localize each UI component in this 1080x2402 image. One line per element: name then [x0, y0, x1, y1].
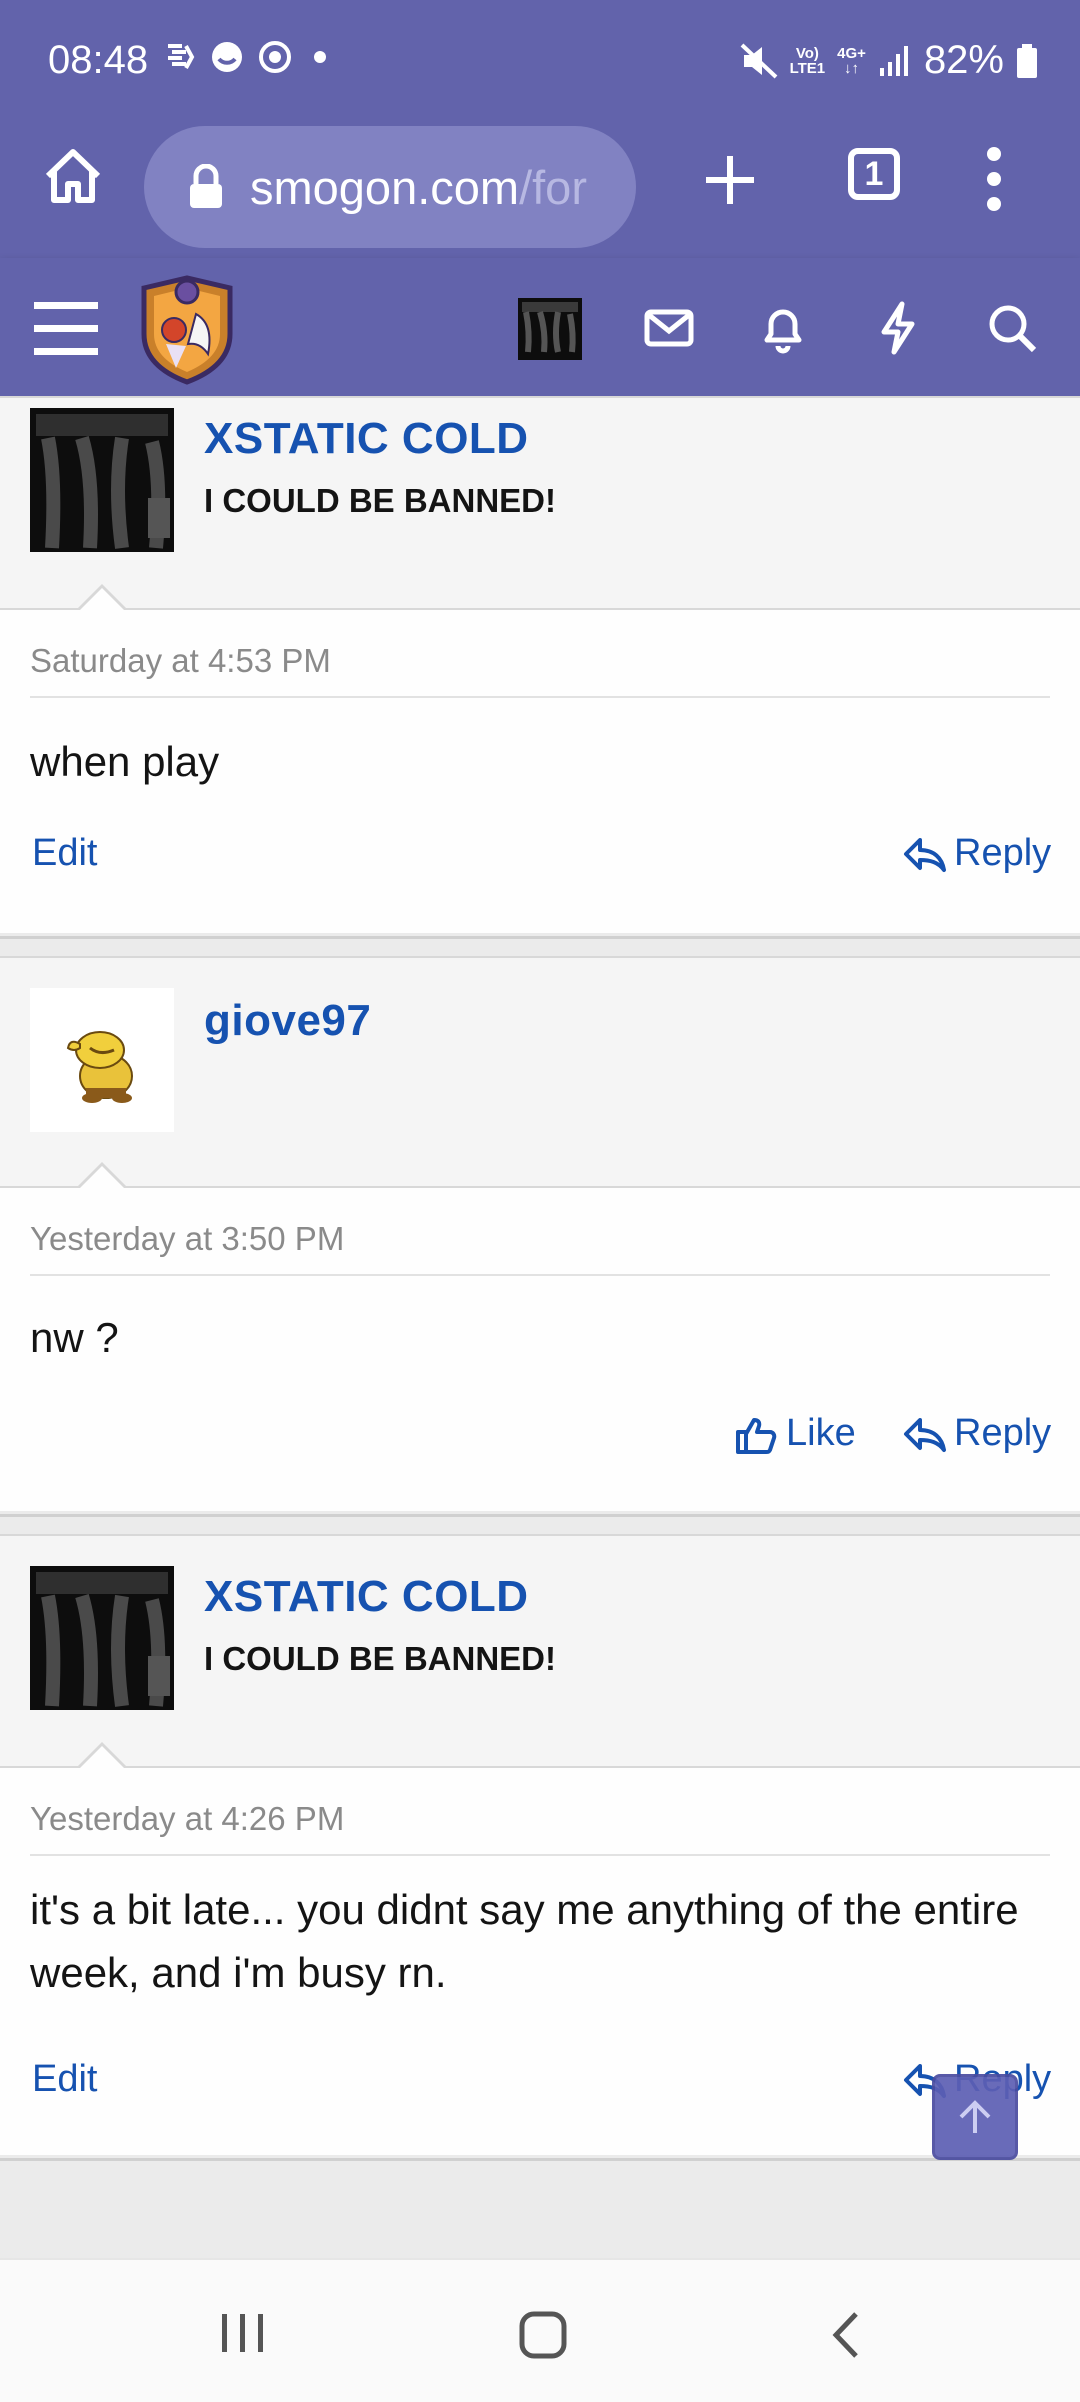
- usb-debug-icon: [168, 44, 195, 69]
- scroll-to-top-button[interactable]: [932, 2074, 1018, 2160]
- reply-button[interactable]: Reply: [902, 832, 1051, 875]
- edit-link[interactable]: Edit: [32, 832, 97, 875]
- post-date[interactable]: Yesterday at 3:50 PM: [30, 1220, 344, 1258]
- post-1: XSTATIC COLD I COULD BE BANNED! Saturday…: [0, 396, 1080, 939]
- signal-icon: [879, 45, 908, 76]
- post-content: Saturday at 4:53 PM when play Edit Reply: [0, 610, 1080, 933]
- home-icon[interactable]: [42, 146, 104, 208]
- arrow-up-icon: [959, 2100, 991, 2133]
- data-arrows: ↓↑: [844, 59, 860, 77]
- avatar-image: [30, 988, 174, 1132]
- network-gen-label: 4G+: [837, 44, 866, 62]
- user-avatar[interactable]: [30, 408, 174, 552]
- reply-label: Reply: [954, 1412, 1052, 1454]
- post-user-header: giove97: [0, 958, 1080, 1188]
- search-icon[interactable]: [984, 300, 1040, 356]
- back-nav-icon[interactable]: [826, 2310, 866, 2360]
- battery-percent: 82%: [923, 38, 1004, 82]
- post-message: nw ?: [30, 1314, 119, 1361]
- battery-icon: [1017, 43, 1037, 78]
- user-avatar[interactable]: [30, 988, 174, 1132]
- avatar-image: [30, 408, 174, 552]
- post-user-header: XSTATIC COLD I COULD BE BANNED!: [0, 398, 1080, 610]
- username-link[interactable]: XSTATIC COLD: [204, 1572, 529, 1622]
- header-user-avatar[interactable]: [518, 298, 582, 360]
- post-3: XSTATIC COLD I COULD BE BANNED! Yesterda…: [0, 1534, 1080, 2161]
- more-notifications-dot: [314, 51, 326, 63]
- mute-icon: [740, 43, 777, 78]
- more-options-icon[interactable]: [982, 144, 1006, 214]
- avatar-image: [518, 298, 582, 360]
- like-label: Like: [786, 1412, 856, 1454]
- like-button[interactable]: Like: [734, 1412, 856, 1455]
- reply-label: Reply: [954, 832, 1052, 874]
- avatar-image: [30, 1566, 174, 1710]
- whats-new-bolt-icon[interactable]: [870, 300, 926, 356]
- post-content: Yesterday at 4:26 PM it's a bit late... …: [0, 1768, 1080, 2155]
- url-bar[interactable]: smogon.com/for: [144, 126, 636, 248]
- url-path: /for: [519, 160, 587, 214]
- status-bar: 08:48 Vo) LTE1 4G+ ↓↑ 82%: [0, 0, 1080, 118]
- recent-apps-icon[interactable]: [218, 2310, 268, 2356]
- new-tab-icon[interactable]: [702, 152, 758, 208]
- url-domain: smogon.com: [250, 160, 520, 214]
- status-time: 08:48: [48, 38, 149, 82]
- system-navigation-bar: [0, 2258, 1080, 2402]
- user-title: I COULD BE BANNED!: [204, 1640, 556, 1677]
- post-content: Yesterday at 3:50 PM nw ? Like Reply: [0, 1188, 1080, 1511]
- post-message: it's a bit late... you didnt say me anyt…: [30, 1886, 1019, 1996]
- tab-count-button[interactable]: 1: [848, 148, 900, 200]
- home-nav-icon[interactable]: [518, 2310, 568, 2360]
- username-link[interactable]: giove97: [204, 996, 371, 1046]
- smogon-logo[interactable]: [136, 274, 238, 386]
- edit-link[interactable]: Edit: [32, 2058, 97, 2101]
- post-user-header: XSTATIC COLD I COULD BE BANNED!: [0, 1536, 1080, 1768]
- user-title: I COULD BE BANNED!: [204, 482, 556, 519]
- messenger-icon: [212, 42, 242, 72]
- app-notification-icon: [259, 41, 291, 73]
- lock-icon: [190, 164, 222, 208]
- bell-icon[interactable]: [755, 300, 811, 356]
- post-date[interactable]: Yesterday at 4:26 PM: [30, 1800, 344, 1838]
- hamburger-menu-icon[interactable]: [34, 300, 98, 356]
- post-message: when play: [30, 738, 220, 785]
- browser-toolbar: smogon.com/for 1: [0, 118, 1080, 260]
- post-2: giove97 Yesterday at 3:50 PM nw ? Like R…: [0, 956, 1080, 1517]
- username-link[interactable]: XSTATIC COLD: [204, 414, 529, 464]
- reply-button[interactable]: Reply: [902, 1412, 1051, 1455]
- reply-icon: [904, 837, 946, 872]
- thumbs-up-icon: [736, 1417, 777, 1454]
- lte-label: LTE1: [789, 59, 826, 77]
- reply-icon: [904, 1417, 946, 1452]
- inbox-icon[interactable]: [641, 300, 697, 356]
- volte-label: Vo): [795, 44, 819, 62]
- user-avatar[interactable]: [30, 1566, 174, 1710]
- post-date[interactable]: Saturday at 4:53 PM: [30, 642, 331, 680]
